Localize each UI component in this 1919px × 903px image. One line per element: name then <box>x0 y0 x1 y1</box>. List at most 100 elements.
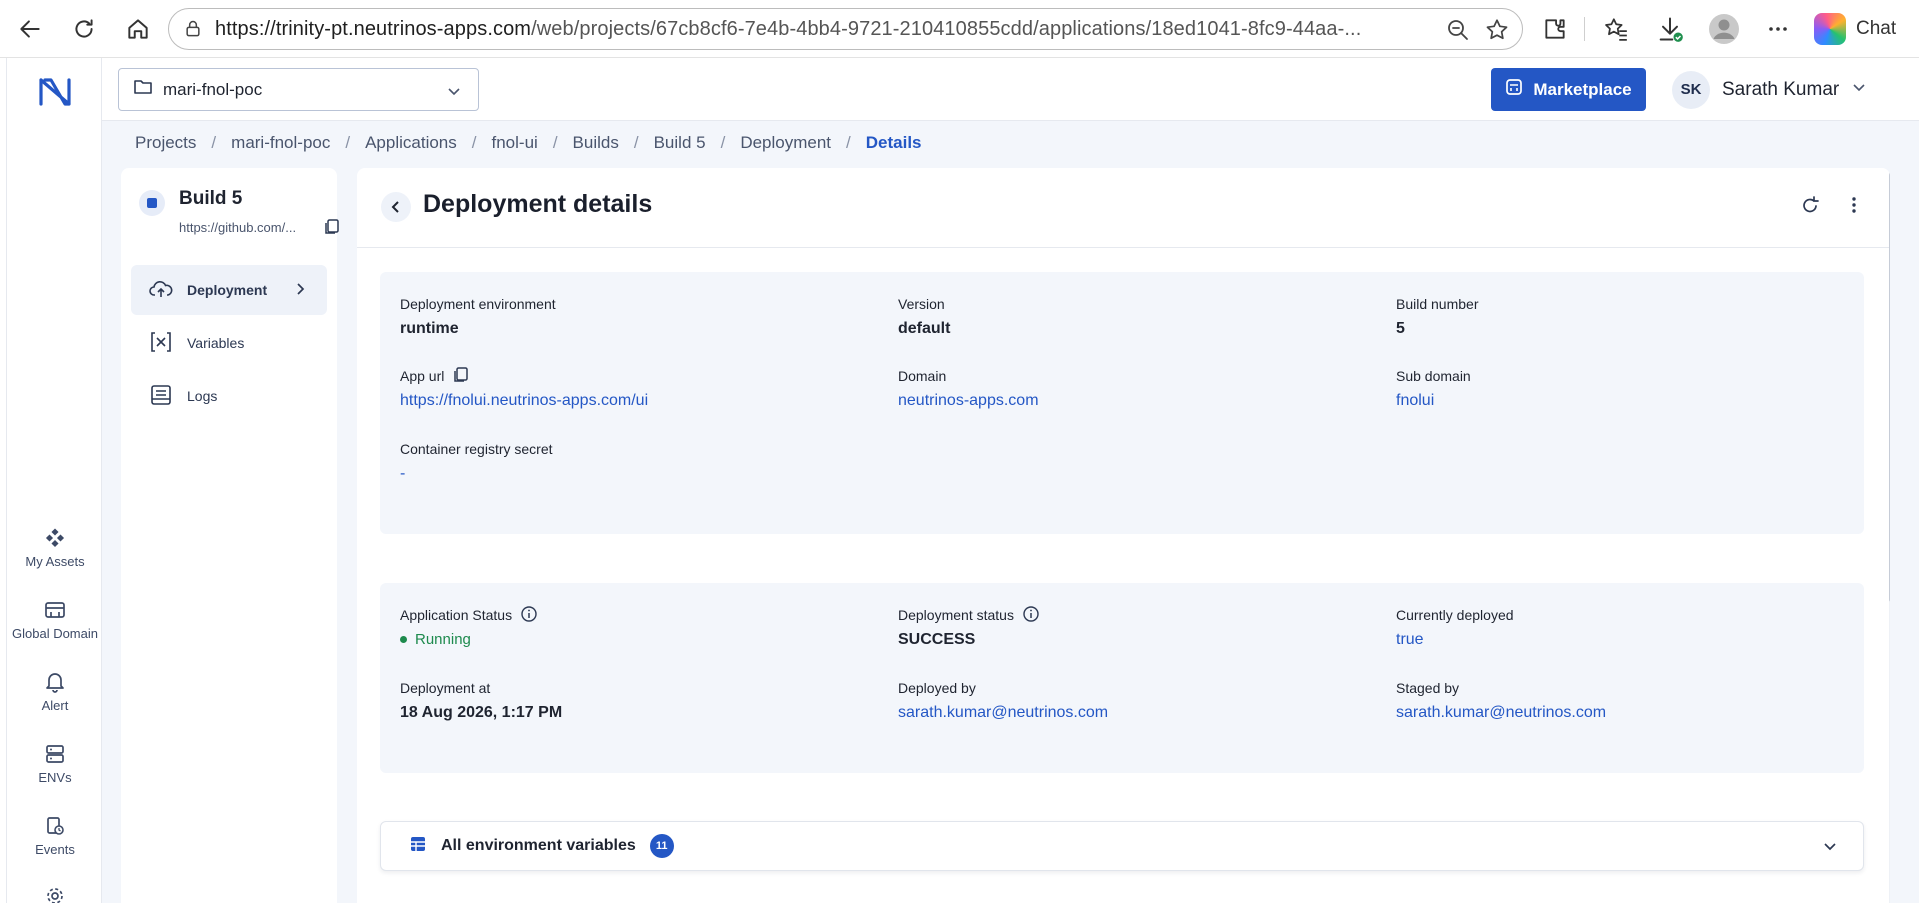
chat-button[interactable]: Chat <box>1814 11 1896 47</box>
field-app-url: App url https://fnolui.neutrinos-apps.co… <box>400 366 880 410</box>
app-logo-icon[interactable] <box>37 76 73 113</box>
field-application-status: Application Status Running <box>400 605 880 648</box>
field-value: runtime <box>400 320 459 337</box>
chevron-right-icon <box>291 280 309 301</box>
address-bar[interactable]: https://trinity-pt.neutrinos-apps.com/we… <box>168 8 1523 50</box>
chat-label: Chat <box>1856 18 1897 39</box>
breadcrumb-current: Details <box>865 133 922 152</box>
scrollbar[interactable] <box>1889 168 1890 903</box>
env-variables-label: All environment variables <box>441 837 636 854</box>
deployed-by-link[interactable]: sarath.kumar@neutrinos.com <box>898 704 1378 722</box>
cloud-upload-icon <box>149 279 173 302</box>
refresh-icon[interactable] <box>1799 194 1821 221</box>
lock-icon <box>183 19 205 39</box>
browser-toolbar: https://trinity-pt.neutrinos-apps.com/we… <box>0 0 1919 58</box>
kebab-menu-icon[interactable] <box>1843 194 1865 221</box>
favorite-star-icon[interactable] <box>1484 17 1510 48</box>
field-staged-by: Staged by sarath.kumar@neutrinos.com <box>1396 678 1876 722</box>
build-repo-url[interactable]: https://github.com/... <box>179 220 296 235</box>
field-label: Deployment at <box>400 680 491 696</box>
field-label: Application Status <box>400 607 513 623</box>
field-domain: Domain neutrinos-apps.com <box>898 366 1378 410</box>
domain-link[interactable]: neutrinos-apps.com <box>898 392 1378 410</box>
field-value: SUCCESS <box>898 631 976 648</box>
rail-item-envs[interactable]: ENVs <box>7 742 103 785</box>
field-currently-deployed: Currently deployed true <box>1396 605 1876 649</box>
project-selector[interactable]: mari-fnol-poc <box>118 68 479 111</box>
app-url-link[interactable]: https://fnolui.neutrinos-apps.com/ui <box>400 392 880 410</box>
subnav-logs[interactable]: Logs <box>131 371 327 421</box>
user-name: Sarath Kumar <box>1722 78 1840 100</box>
info-icon[interactable] <box>1022 605 1040 626</box>
status-running: Running <box>400 631 880 648</box>
rail-label: Global Domain <box>12 626 98 641</box>
breadcrumb-build[interactable]: Build 5 <box>654 133 706 153</box>
user-menu[interactable]: SK Sarath Kumar <box>1672 68 1867 111</box>
subnav-variables[interactable]: Variables <box>131 318 327 368</box>
toolbar-divider <box>1584 17 1585 41</box>
build-icon <box>139 190 165 216</box>
breadcrumb-applications[interactable]: Applications <box>365 133 457 153</box>
copy-icon[interactable] <box>323 218 341 241</box>
subnav-label: Variables <box>187 335 245 351</box>
staged-by-link[interactable]: sarath.kumar@neutrinos.com <box>1396 704 1876 722</box>
rail-label: My Assets <box>25 554 85 569</box>
favorites-icon[interactable] <box>1598 11 1634 47</box>
logs-icon <box>149 383 173 410</box>
copy-icon[interactable] <box>452 366 470 387</box>
domain-icon <box>7 598 103 622</box>
breadcrumb-application[interactable]: fnol-ui <box>492 133 538 153</box>
field-build-number: Build number 5 <box>1396 294 1876 338</box>
marketplace-button[interactable]: Marketplace <box>1491 68 1646 111</box>
field-label: Container registry secret <box>400 441 553 457</box>
build-subpanel: Build 5 https://github.com/... Deploymen… <box>121 168 339 903</box>
env-variables-accordion[interactable]: All environment variables 11 <box>380 821 1864 871</box>
chevron-down-icon <box>1821 837 1839 860</box>
field-value: Running <box>415 631 471 648</box>
rail-item-alert[interactable]: Alert <box>7 670 103 713</box>
info-icon[interactable] <box>520 605 538 626</box>
back-button[interactable] <box>381 192 411 222</box>
server-icon <box>7 742 103 766</box>
downloads-icon[interactable] <box>1652 11 1688 47</box>
rail-item-events[interactable]: Events <box>7 814 103 857</box>
rail-item-settings[interactable] <box>7 884 103 903</box>
back-icon[interactable] <box>12 11 48 47</box>
field-value: 18 Aug 2026, 1:17 PM <box>400 704 563 721</box>
field-value: default <box>898 320 951 337</box>
extensions-icon[interactable] <box>1537 11 1573 47</box>
breadcrumb: Projects / mari-fnol-poc / Applications / f… <box>135 133 922 153</box>
field-deployed-by: Deployed by sarath.kumar@neutrinos.com <box>898 678 1378 722</box>
breadcrumb-deployment[interactable]: Deployment <box>740 133 831 153</box>
rail-item-my-assets[interactable]: My Assets <box>7 526 103 569</box>
zoom-icon[interactable] <box>1446 18 1470 47</box>
field-label: Staged by <box>1396 680 1460 696</box>
table-icon <box>409 835 427 858</box>
sub-domain-link[interactable]: fnolui <box>1396 392 1876 410</box>
events-icon <box>7 814 103 838</box>
field-label: Sub domain <box>1396 368 1471 384</box>
breadcrumb-project[interactable]: mari-fnol-poc <box>231 133 330 153</box>
rail-item-global-domain[interactable]: Global Domain <box>7 598 103 641</box>
reload-icon[interactable] <box>66 11 102 47</box>
field-sub-domain: Sub domain fnolui <box>1396 366 1876 410</box>
subnav-deployment[interactable]: Deployment <box>131 265 327 315</box>
field-label: Deployment status <box>898 607 1014 623</box>
more-options-icon[interactable] <box>1760 11 1796 47</box>
profile-avatar[interactable] <box>1706 11 1742 47</box>
page-title: Deployment details <box>423 190 653 218</box>
field-registry-secret: Container registry secret - <box>400 439 880 483</box>
status-dot <box>400 636 407 643</box>
subnav-label: Deployment <box>187 282 268 298</box>
breadcrumb-projects[interactable]: Projects <box>135 133 196 153</box>
field-label: Version <box>898 296 945 312</box>
rail-label: Alert <box>41 698 69 713</box>
variable-icon <box>149 330 173 357</box>
field-deployment-status: Deployment status SUCCESS <box>898 605 1378 649</box>
breadcrumb-builds[interactable]: Builds <box>573 133 619 153</box>
build-title: Build 5 <box>179 188 243 209</box>
field-value: true <box>1396 631 1424 648</box>
copilot-icon <box>1814 13 1846 45</box>
home-icon[interactable] <box>120 11 156 47</box>
field-version: Version default <box>898 294 1378 338</box>
